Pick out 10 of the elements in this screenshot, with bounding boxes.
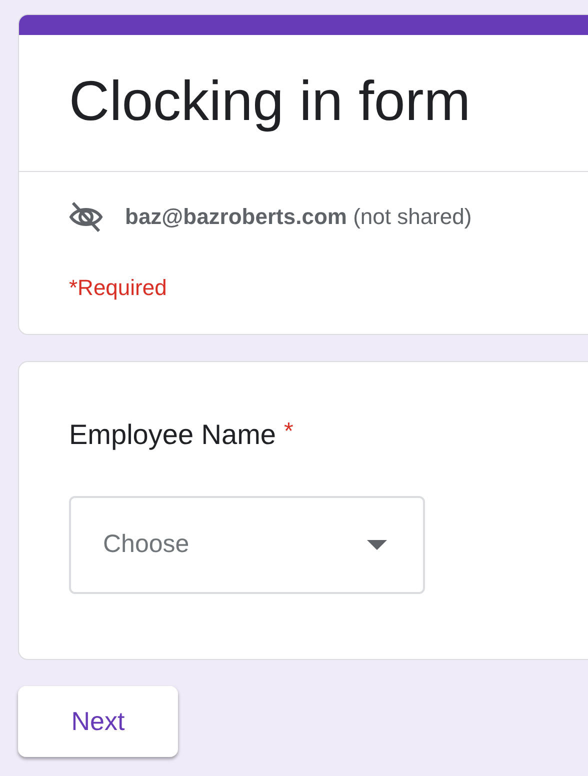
account-notice: baz@bazroberts.com (not shared) [125,203,472,231]
dropdown-caret-icon [367,540,387,550]
required-note: *Required [69,274,168,302]
question-label: Employee Name [69,418,276,452]
next-button[interactable]: Next [18,686,178,757]
dropdown-placeholder: Choose [103,529,190,560]
form-title: Clocking in form [69,73,470,133]
required-asterisk: * [284,417,294,447]
hidden-eye-icon [69,202,103,232]
dropdown[interactable]: Choose [69,496,425,594]
